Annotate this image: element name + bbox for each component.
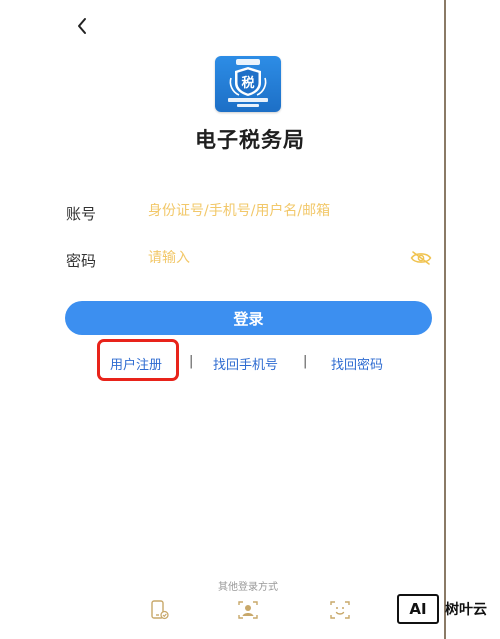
find-phone-link[interactable]: 找回手机号 — [213, 354, 278, 373]
app-title: 电子税务局 — [195, 128, 305, 152]
password-visibility-toggle[interactable] — [410, 250, 432, 266]
watermark-logo-text: AI — [409, 600, 427, 618]
app-logo: 税 — [215, 56, 281, 112]
account-label: 账号 — [66, 205, 97, 223]
eye-closed-icon — [410, 251, 432, 265]
other-login-label: 其他登录方式 — [218, 582, 278, 593]
password-input[interactable] — [148, 250, 388, 266]
find-password-link[interactable]: 找回密码 — [331, 354, 383, 373]
phone-login-button[interactable] — [148, 599, 170, 621]
screen-edge-divider — [444, 0, 446, 639]
watermark: AI 树叶云 — [397, 594, 487, 624]
register-highlight-box — [97, 339, 179, 381]
face-scan-icon — [330, 601, 350, 619]
login-screen: 税 电子税务局 账号 密码 登录 用户注册 | 找回手机号 | 找回密码 其他登… — [0, 0, 444, 639]
password-label: 密码 — [66, 252, 97, 270]
watermark-text: 树叶云 — [445, 602, 487, 618]
watermark-logo: AI — [397, 594, 439, 624]
back-button[interactable] — [70, 12, 94, 40]
login-button[interactable]: 登录 — [65, 301, 432, 335]
identity-login-button[interactable] — [237, 599, 259, 621]
phone-icon — [151, 600, 169, 620]
person-card-icon — [238, 601, 258, 619]
separator: | — [189, 354, 194, 369]
logo-char: 税 — [241, 76, 255, 91]
account-input[interactable] — [148, 203, 398, 219]
face-login-button[interactable] — [329, 599, 351, 621]
chevron-left-icon — [78, 18, 86, 34]
separator: | — [303, 354, 308, 369]
